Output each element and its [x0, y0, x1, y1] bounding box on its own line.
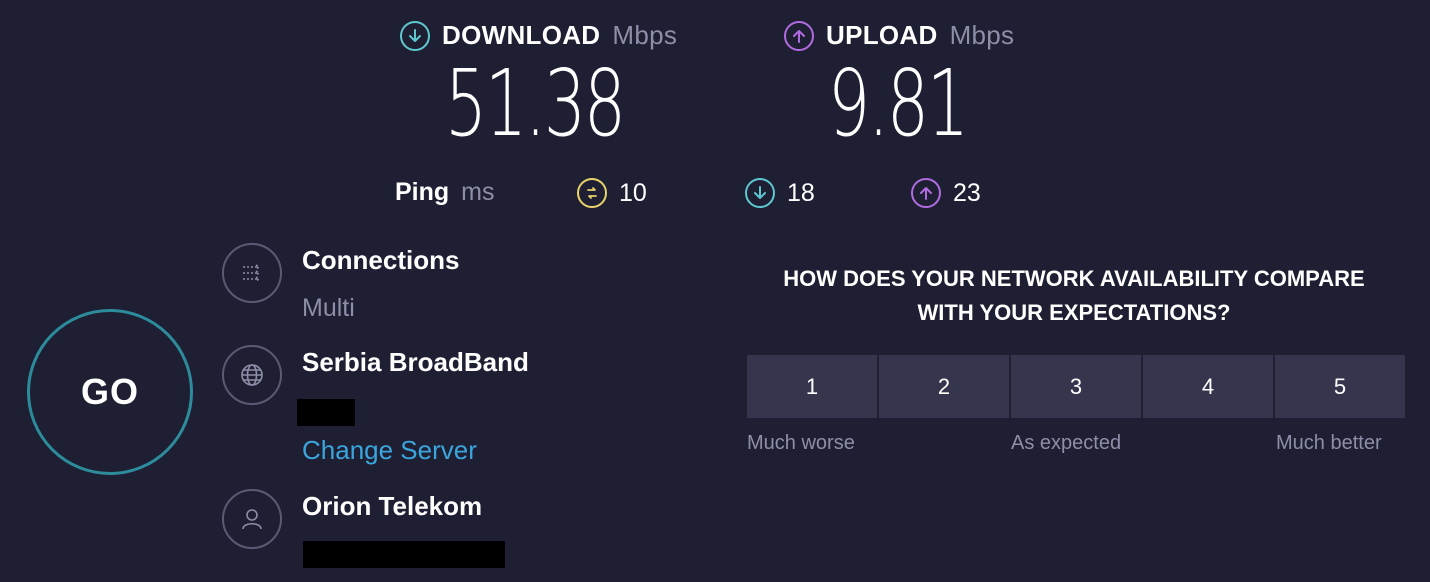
ping-upload: 23 [911, 178, 981, 208]
redacted-server-location [297, 399, 355, 426]
server-title: Serbia BroadBand [302, 347, 529, 377]
connections-value: Multi [302, 294, 355, 322]
survey-question-line2: WITH YOUR EXPECTATIONS? [917, 300, 1231, 325]
upload-arrow-icon [784, 20, 814, 51]
ping-label: Ping [395, 178, 450, 206]
rating-option-2[interactable]: 2 [879, 355, 1009, 418]
rating-option-1[interactable]: 1 [747, 355, 877, 418]
survey-question: HOW DOES YOUR NETWORK AVAILABILITY COMPA… [744, 262, 1404, 330]
download-label: DOWNLOAD [442, 20, 601, 50]
upload-unit: Mbps [949, 20, 1015, 50]
connections-icon [222, 243, 282, 303]
survey-question-line1: HOW DOES YOUR NETWORK AVAILABILITY COMPA… [783, 266, 1365, 291]
rating-caption-low: Much worse [747, 432, 855, 454]
upload-value: 9.81 [828, 50, 969, 157]
download-arrow-icon [400, 20, 430, 51]
rating-caption-mid: As expected [1011, 432, 1122, 454]
rating-option-5[interactable]: 5 [1275, 355, 1405, 418]
go-button[interactable]: GO [27, 309, 193, 475]
ping-idle-icon [577, 178, 607, 208]
upload-label: UPLOAD [826, 20, 938, 50]
ping-upload-value: 23 [953, 178, 981, 207]
download-unit: Mbps [612, 20, 678, 50]
ping-idle-value: 10 [619, 178, 647, 207]
ping-download-value: 18 [787, 178, 815, 207]
ping-idle: 10 [577, 178, 647, 208]
redacted-ip-address [303, 541, 505, 568]
ping-download-icon [745, 178, 775, 208]
connections-title: Connections [302, 245, 460, 275]
rating-caption-high: Much better [1276, 432, 1382, 454]
ping-row: Ping ms [395, 178, 495, 207]
globe-icon [222, 345, 282, 405]
ping-download: 18 [745, 178, 815, 208]
user-icon [222, 489, 282, 549]
change-server-link[interactable]: Change Server [302, 435, 477, 466]
provider-title: Orion Telekom [302, 491, 483, 521]
upload-header: UPLOAD Mbps [784, 20, 1014, 51]
ping-upload-icon [911, 178, 941, 208]
download-value: 51.38 [445, 50, 626, 157]
rating-option-4[interactable]: 4 [1143, 355, 1273, 418]
rating-bar: 1 2 3 4 5 [747, 355, 1405, 418]
rating-option-3[interactable]: 3 [1011, 355, 1141, 418]
download-header: DOWNLOAD Mbps [400, 20, 677, 51]
ping-unit: ms [461, 178, 495, 206]
